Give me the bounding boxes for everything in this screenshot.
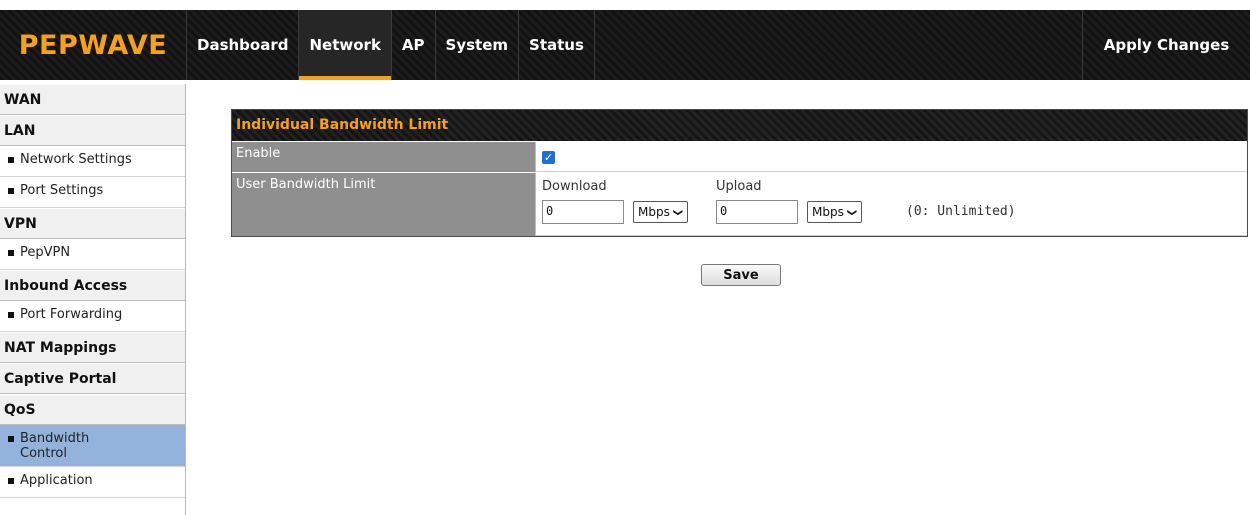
sidebar-item-port-forwarding[interactable]: Port Forwarding	[0, 301, 185, 332]
sidebar-item-label: Port Settings	[20, 183, 104, 198]
download-unit-select[interactable]: Mbps ❯	[633, 201, 689, 223]
sidebar: WAN LAN Network Settings Port Settings V…	[0, 84, 186, 515]
nav-system[interactable]: System	[434, 10, 518, 80]
bandwidth-column-labels: Download Upload	[542, 177, 1241, 197]
bandwidth-limit-panel: Individual Bandwidth Limit Enable ✓ User…	[231, 109, 1248, 237]
sidebar-item-pepvpn[interactable]: PepVPN	[0, 239, 185, 270]
save-button[interactable]: Save	[701, 264, 781, 286]
sidebar-item-label: Network Settings	[20, 152, 132, 167]
upload-unit-select[interactable]: Mbps ❯	[807, 201, 863, 223]
sidebar-section-captive-portal[interactable]: Captive Portal	[0, 363, 185, 394]
sidebar-item-port-settings[interactable]: Port Settings	[0, 177, 185, 208]
user-bandwidth-limit-label: User Bandwidth Limit	[232, 173, 536, 236]
enable-row: Enable ✓	[232, 141, 1247, 172]
bullet-icon	[8, 250, 14, 256]
nav-ap[interactable]: AP	[390, 10, 435, 80]
sidebar-section-qos[interactable]: QoS	[0, 394, 185, 425]
nav-status[interactable]: Status	[518, 10, 595, 80]
sidebar-section-lan[interactable]: LAN	[0, 115, 185, 146]
sidebar-item-label: PepVPN	[20, 245, 71, 260]
apply-changes-button[interactable]: Apply Changes	[1082, 10, 1250, 80]
bandwidth-limit-row: User Bandwidth Limit Download Upload 0 M…	[232, 172, 1247, 236]
sidebar-section-nat-mappings[interactable]: NAT Mappings	[0, 332, 185, 363]
download-unit-value: Mbps	[638, 205, 670, 219]
upload-label: Upload	[716, 179, 762, 194]
enable-checkbox[interactable]: ✓	[542, 151, 555, 164]
enable-value: ✓	[536, 142, 1247, 172]
panel-title: Individual Bandwidth Limit	[232, 110, 1247, 141]
main-nav: Dashboard Network AP System Status	[186, 10, 595, 80]
nav-dashboard[interactable]: Dashboard	[186, 10, 298, 80]
sidebar-item-application[interactable]: Application	[0, 467, 185, 498]
bullet-icon	[8, 312, 14, 318]
sidebar-item-bandwidth-control[interactable]: Bandwidth Control	[0, 425, 185, 467]
enable-label: Enable	[232, 142, 536, 172]
bullet-icon	[8, 188, 14, 194]
bandwidth-limit-value: Download Upload 0 Mbps ❯ 0 Mbps ❯ (0: Un…	[536, 173, 1247, 236]
sidebar-section-inbound-access[interactable]: Inbound Access	[0, 270, 185, 301]
checkmark-icon: ✓	[543, 151, 554, 164]
sidebar-item-network-settings[interactable]: Network Settings	[0, 146, 185, 177]
unlimited-hint: (0: Unlimited)	[906, 204, 1016, 219]
sidebar-section-wan[interactable]: WAN	[0, 84, 185, 115]
bullet-icon	[8, 436, 14, 442]
sidebar-section-vpn[interactable]: VPN	[0, 208, 185, 239]
bullet-icon	[8, 157, 14, 163]
upload-input[interactable]: 0	[716, 200, 798, 224]
pepwave-logo[interactable]: PEPWAVE	[0, 10, 186, 80]
bandwidth-controls: 0 Mbps ❯ 0 Mbps ❯ (0: Unlimited)	[542, 197, 1241, 227]
sidebar-item-label: Bandwidth Control	[20, 431, 90, 461]
chevron-down-icon: ❯	[672, 208, 684, 216]
chevron-down-icon: ❯	[846, 208, 858, 216]
download-input[interactable]: 0	[542, 200, 624, 224]
sidebar-item-label: Port Forwarding	[20, 307, 123, 322]
bullet-icon	[8, 478, 14, 484]
upload-unit-value: Mbps	[812, 205, 844, 219]
nav-network[interactable]: Network	[298, 10, 392, 80]
sidebar-item-label: Application	[20, 473, 93, 488]
download-label: Download	[542, 179, 607, 194]
